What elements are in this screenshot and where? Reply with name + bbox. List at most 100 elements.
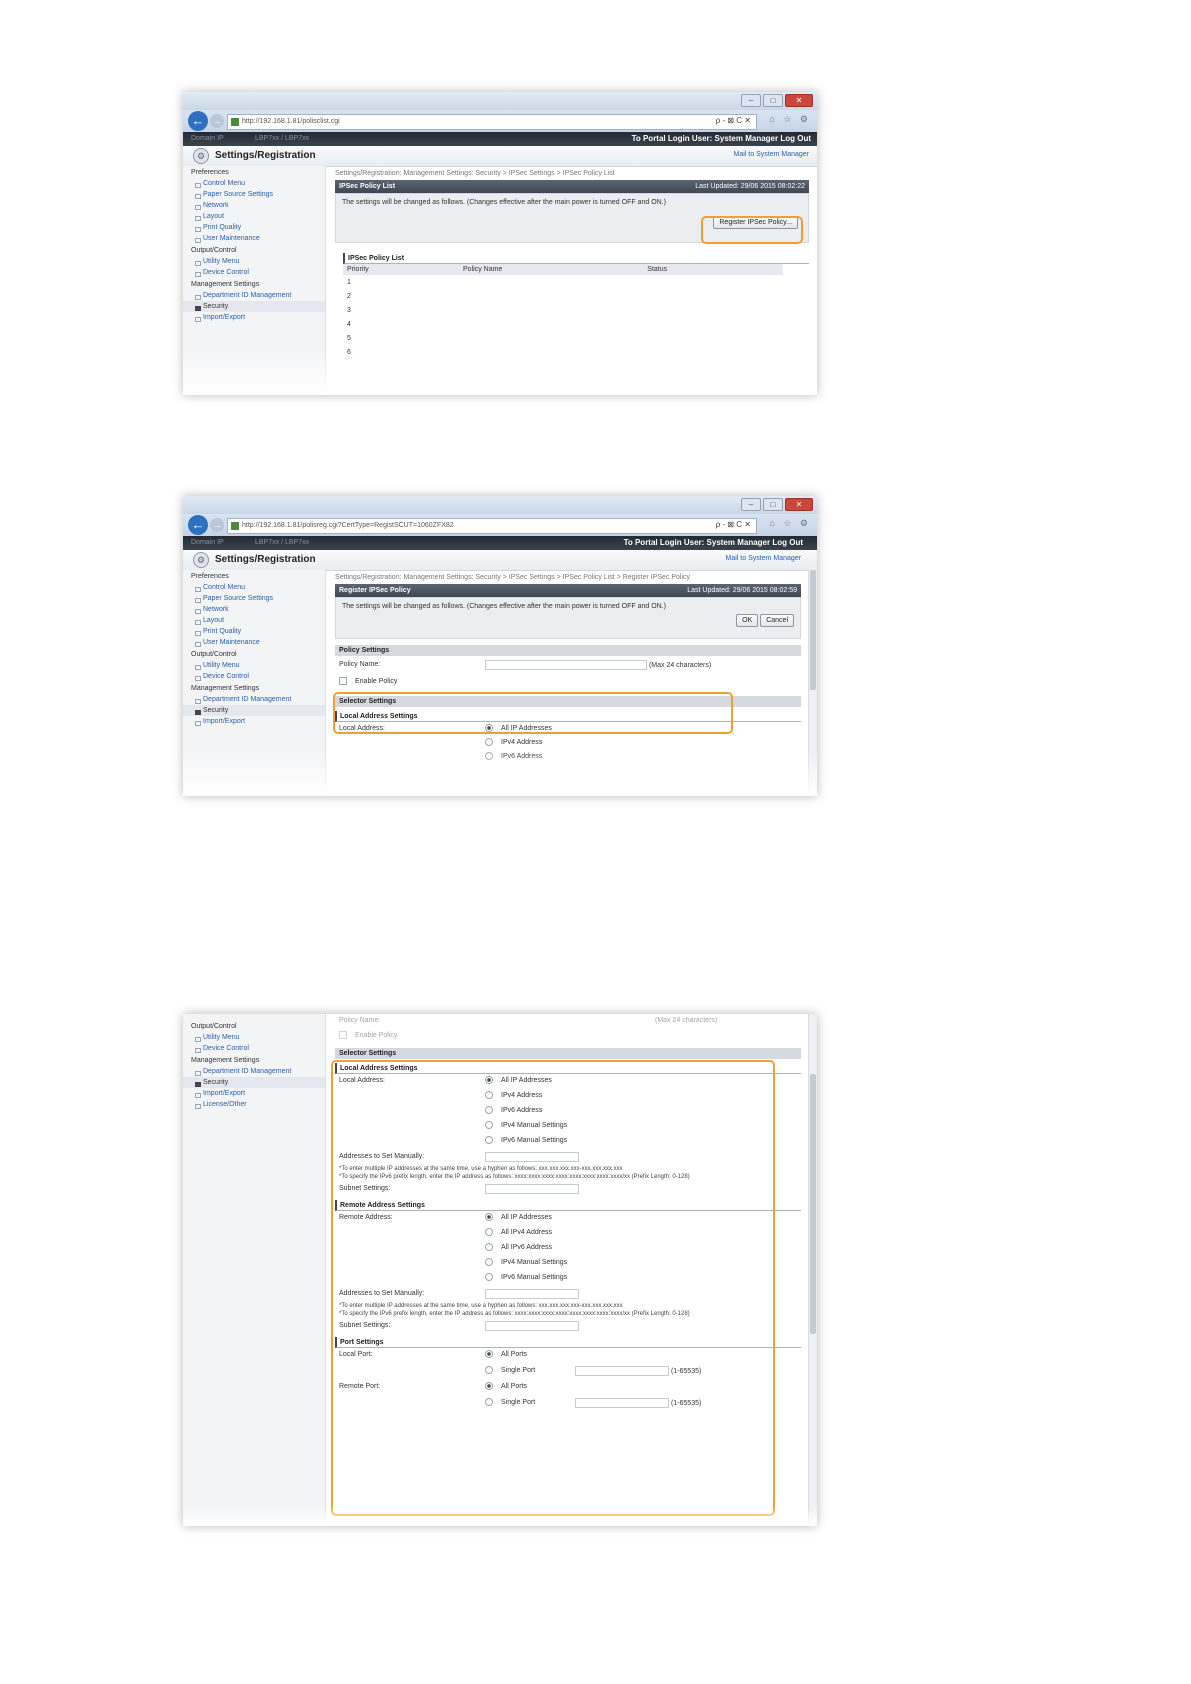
local-subnet-input[interactable]: [485, 1184, 579, 1194]
sidebar-item-print-quality[interactable]: Print Quality: [183, 626, 325, 637]
radio-remote-ipv6[interactable]: [485, 1243, 493, 1251]
close-icon[interactable]: ✕: [785, 94, 813, 107]
sidebar-item-layout[interactable]: Layout: [183, 615, 325, 626]
radio-remote-ipv4-manual[interactable]: [485, 1258, 493, 1266]
settings-header: ⚙ Settings/Registration Mail to System M…: [183, 550, 817, 571]
topbar-links[interactable]: To Portal Login User: System Manager Log…: [632, 134, 811, 143]
local-port-input[interactable]: [575, 1366, 669, 1376]
back-arrow-icon[interactable]: ←: [188, 515, 208, 535]
radio-remote-ipv6-manual[interactable]: [485, 1273, 493, 1281]
remote-port-row: Single Port (1-65535): [335, 1395, 801, 1412]
policy-name-input[interactable]: [485, 660, 647, 670]
sidebar-item-control-menu[interactable]: Control Menu: [183, 582, 325, 593]
sidebar-item-department-id[interactable]: Department ID Management: [183, 694, 325, 705]
url-text: http://192.168.1.81/polisclist.cgi: [242, 118, 340, 125]
local-address-row: Local Address: All IP Addresses: [335, 1074, 801, 1089]
scrollbar-thumb[interactable]: [810, 570, 816, 690]
priority-cell: 4: [347, 320, 351, 328]
scrollbar[interactable]: [808, 570, 817, 796]
sidebar-item-import-export[interactable]: Import/Export: [183, 1088, 325, 1099]
remote-manual-address-input[interactable]: [485, 1289, 579, 1299]
home-star-gear-icons[interactable]: ⌂ ☆ ⚙: [769, 114, 811, 125]
home-star-gear-icons[interactable]: ⌂ ☆ ⚙: [769, 518, 811, 529]
local-manual-address-input[interactable]: [485, 1152, 579, 1162]
forward-arrow-icon[interactable]: →: [210, 518, 224, 532]
sidebar-item-user-maintenance[interactable]: User Maintenance: [183, 233, 325, 244]
radio-local-all-ports[interactable]: [485, 1350, 493, 1358]
sidebar-item-network[interactable]: Network: [183, 200, 325, 211]
sidebar-item-control-menu[interactable]: Control Menu: [183, 178, 325, 189]
col-policy-name: Policy Name: [459, 264, 644, 275]
sidebar-item-device-control[interactable]: Device Control: [183, 267, 325, 278]
enable-policy-checkbox[interactable]: [339, 1031, 347, 1039]
radio-remote-single-port[interactable]: [485, 1398, 493, 1406]
radio-local-ipv4-manual[interactable]: [485, 1121, 493, 1129]
sidebar-item-import-export[interactable]: Import/Export: [183, 312, 325, 323]
maximize-icon[interactable]: □: [763, 94, 783, 107]
address-bar[interactable]: http://192.168.1.81/polisreg.cgi?CertTyp…: [227, 518, 757, 534]
scrollbar[interactable]: [808, 1014, 817, 1526]
remote-port-input[interactable]: [575, 1398, 669, 1408]
sidebar-item-department-id[interactable]: Department ID Management: [183, 290, 325, 301]
maximize-icon[interactable]: □: [763, 498, 783, 511]
mail-to-manager-link[interactable]: Mail to System Manager: [726, 555, 801, 562]
address-bar[interactable]: http://192.168.1.81/polisclist.cgi: [227, 114, 757, 130]
policy-name-hint: (Max 24 characters): [648, 661, 712, 669]
radio-local-single-port[interactable]: [485, 1366, 493, 1374]
settings-gear-icon: ⚙: [193, 148, 209, 164]
sidebar-item-license-other[interactable]: License/Other: [183, 1099, 325, 1110]
radio-ipv6[interactable]: [485, 752, 493, 760]
address-controls[interactable]: ρ - ⊠ C ✕: [716, 114, 751, 128]
sidebar-item-utility-menu[interactable]: Utility Menu: [183, 1032, 325, 1043]
sidebar-item-user-maintenance[interactable]: User Maintenance: [183, 637, 325, 648]
sidebar-item-security[interactable]: Security: [183, 1077, 325, 1088]
forward-arrow-icon[interactable]: →: [210, 114, 224, 128]
sidebar-item-security[interactable]: Security: [183, 705, 325, 716]
sidebar-item-paper-source[interactable]: Paper Source Settings: [183, 593, 325, 604]
radio-ipv4[interactable]: [485, 738, 493, 746]
radio-remote-all-ports[interactable]: [485, 1382, 493, 1390]
device-topbar: Domain IP LBP7xx / LBP7xx To Portal Logi…: [183, 132, 817, 146]
main-content: Settings/Registration: Management Settin…: [333, 570, 801, 796]
sidebar-item-device-control[interactable]: Device Control: [183, 1043, 325, 1054]
radio-local-all-ip[interactable]: [485, 1076, 493, 1084]
address-controls[interactable]: ρ - ⊠ C ✕: [716, 518, 751, 532]
radio-all-ip[interactable]: [485, 724, 493, 732]
radio-remote-ipv4[interactable]: [485, 1228, 493, 1236]
mail-to-manager-link[interactable]: Mail to System Manager: [734, 151, 809, 158]
sidebar-item-paper-source[interactable]: Paper Source Settings: [183, 189, 325, 200]
radio-local-ipv6[interactable]: [485, 1106, 493, 1114]
device-name: Domain IP: [191, 539, 224, 546]
minimize-icon[interactable]: –: [741, 498, 761, 511]
local-address-label: Local Address:: [339, 725, 385, 732]
sidebar-item-utility-menu[interactable]: Utility Menu: [183, 256, 325, 267]
main-content: Policy Name: (Max 24 characters) Enable …: [331, 1014, 801, 1526]
remote-address-row: IPv4 Manual Settings: [335, 1256, 801, 1271]
sidebar-item-device-control[interactable]: Device Control: [183, 671, 325, 682]
sidebar-item-department-id[interactable]: Department ID Management: [183, 1066, 325, 1077]
device-topbar: Domain IP LBP7xx / LBP7xx To Portal Logi…: [183, 536, 817, 550]
topbar-links[interactable]: To Portal Login User: System Manager Log…: [624, 538, 803, 547]
enable-policy-checkbox[interactable]: [339, 677, 347, 685]
remote-subnet-input[interactable]: [485, 1321, 579, 1331]
sidebar-heading-management: Management Settings: [191, 685, 260, 692]
radio-local-ipv4[interactable]: [485, 1091, 493, 1099]
page-title: Settings/Registration: [215, 150, 316, 161]
radio-remote-all-ip[interactable]: [485, 1213, 493, 1221]
cancel-button[interactable]: Cancel: [760, 614, 794, 627]
scrollbar-thumb[interactable]: [810, 1074, 816, 1334]
radio-local-ipv6-manual[interactable]: [485, 1136, 493, 1144]
minimize-icon[interactable]: –: [741, 94, 761, 107]
sidebar-item-utility-menu[interactable]: Utility Menu: [183, 660, 325, 671]
sidebar-item-security[interactable]: Security: [183, 301, 325, 312]
sidebar-item-import-export[interactable]: Import/Export: [183, 716, 325, 727]
selector-settings-header: Selector Settings: [335, 1048, 801, 1059]
subnet-label: Subnet Settings:: [339, 1185, 391, 1192]
ok-button[interactable]: OK: [736, 614, 759, 627]
sidebar-item-print-quality[interactable]: Print Quality: [183, 222, 325, 233]
close-icon[interactable]: ✕: [785, 498, 813, 511]
back-arrow-icon[interactable]: ←: [188, 111, 208, 131]
sidebar-item-network[interactable]: Network: [183, 604, 325, 615]
manual-address-row: Addresses to Set Manually:: [335, 1149, 801, 1165]
sidebar-item-layout[interactable]: Layout: [183, 211, 325, 222]
